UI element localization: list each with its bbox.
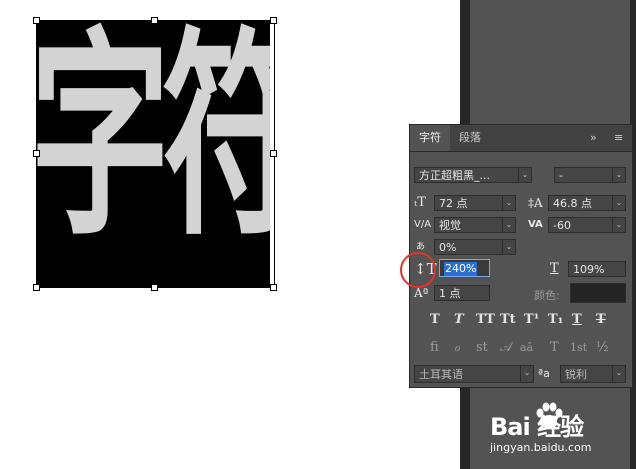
underline-button[interactable]: T xyxy=(572,311,582,329)
leading-field[interactable]: 46.8 点 ⌄ xyxy=(548,195,626,211)
leading-value: 46.8 点 xyxy=(553,197,592,210)
tab-character[interactable]: 字符 xyxy=(410,125,450,151)
faux-italic-button[interactable]: T xyxy=(454,311,464,329)
text-glyph: 字 xyxy=(36,20,171,266)
vertical-scale-field[interactable]: 240% xyxy=(439,259,490,277)
tsume-value: 0% xyxy=(439,241,457,254)
ordinals-button[interactable]: 1st xyxy=(570,339,587,357)
language-value: 土耳其语 xyxy=(419,368,463,381)
font-family-select[interactable]: 方正超粗黑_... ⌄ xyxy=(414,167,532,183)
transform-handle[interactable] xyxy=(151,284,158,291)
subscript-button[interactable]: T₁ xyxy=(548,311,563,329)
small-caps-button[interactable]: Tt xyxy=(500,311,516,329)
baseline-shift-value: 1 点 xyxy=(439,287,461,300)
kerning-value: 视觉 xyxy=(439,219,461,232)
ligatures-button[interactable]: fi xyxy=(430,339,439,357)
titling-button[interactable]: T xyxy=(550,339,559,357)
kerning-field[interactable]: 视觉 ⌄ xyxy=(434,217,516,233)
font-size-value: 72 点 xyxy=(439,197,468,210)
all-caps-button[interactable]: TT xyxy=(476,311,495,329)
transform-handle[interactable] xyxy=(33,17,40,24)
faux-bold-button[interactable]: T xyxy=(430,311,440,329)
font-style-value: - xyxy=(559,169,563,182)
fractions-button[interactable]: ½ xyxy=(596,339,609,357)
tracking-icon: VA xyxy=(528,219,543,230)
baidu-watermark: Bai 经验 jingyan.baidu.com xyxy=(490,397,610,457)
font-style-select[interactable]: - ⌄ xyxy=(554,167,626,183)
color-swatch[interactable] xyxy=(570,283,626,303)
watermark-url: jingyan.baidu.com xyxy=(490,441,592,454)
font-family-value: 方正超粗黑_... xyxy=(419,169,490,182)
superscript-button[interactable]: T¹ xyxy=(524,311,539,329)
font-size-field[interactable]: 72 点 ⌄ xyxy=(434,195,516,211)
panel-tab-bar: 字符 段落 » ≡ xyxy=(410,125,632,152)
discretionary-ligatures-button[interactable]: ℴ xyxy=(454,339,460,357)
paw-icon xyxy=(536,402,563,429)
panel-menu-icon[interactable]: ≡ xyxy=(614,125,623,151)
font-size-icon: ₜT xyxy=(414,195,426,210)
stylistic-alternates-button[interactable]: aā xyxy=(520,339,533,357)
vertical-scale-value: 240% xyxy=(444,262,478,276)
antialias-select[interactable]: 锐利 ⌄ xyxy=(560,365,626,383)
transform-handle[interactable] xyxy=(33,284,40,291)
tracking-field[interactable]: -60 ⌄ xyxy=(548,217,626,233)
transform-handle[interactable] xyxy=(151,17,158,24)
tsume-field[interactable]: 0% ⌄ xyxy=(434,239,516,255)
horizontal-scale-icon: T xyxy=(550,261,559,276)
chevron-down-icon[interactable]: ⌄ xyxy=(612,195,626,211)
text-glyph: 符 xyxy=(162,27,274,248)
contextual-alternates-button[interactable]: st xyxy=(476,339,488,357)
horizontal-scale-value: 109% xyxy=(573,263,605,276)
horizontal-scale-field[interactable]: 109% xyxy=(568,261,626,277)
tab-paragraph[interactable]: 段落 xyxy=(450,125,490,151)
chevron-down-icon[interactable]: ⌄ xyxy=(612,217,626,233)
tracking-value: -60 xyxy=(553,219,571,232)
antialias-icon: ªa xyxy=(538,367,550,380)
text-layer-artwork[interactable]: 字 符 xyxy=(36,20,274,288)
highlight-circle xyxy=(400,252,436,288)
leading-icon: ‡A xyxy=(528,196,543,210)
chevron-down-icon[interactable]: ⌄ xyxy=(612,167,626,183)
transform-handle[interactable] xyxy=(270,284,277,291)
chevron-down-icon[interactable]: ⌄ xyxy=(612,365,626,383)
transform-handle[interactable] xyxy=(270,150,277,157)
baseline-shift-field[interactable]: 1 点 xyxy=(434,285,490,301)
chevron-down-icon[interactable]: ⌄ xyxy=(502,239,516,255)
language-select[interactable]: 土耳其语 ⌄ xyxy=(414,365,534,383)
transform-handle[interactable] xyxy=(270,17,277,24)
color-label: 颜色: xyxy=(534,289,560,302)
transform-handle[interactable] xyxy=(33,150,40,157)
collapse-icon[interactable]: » xyxy=(590,125,597,151)
chevron-down-icon[interactable]: ⌄ xyxy=(520,365,534,383)
chevron-down-icon[interactable]: ⌄ xyxy=(502,217,516,233)
antialias-value: 锐利 xyxy=(565,368,587,381)
strikethrough-button[interactable]: T xyxy=(596,311,606,329)
swash-button[interactable]: 𝒜 xyxy=(500,339,512,357)
chevron-down-icon[interactable]: ⌄ xyxy=(518,167,532,183)
kerning-icon: V/A xyxy=(414,219,432,230)
chevron-down-icon[interactable]: ⌄ xyxy=(502,195,516,211)
